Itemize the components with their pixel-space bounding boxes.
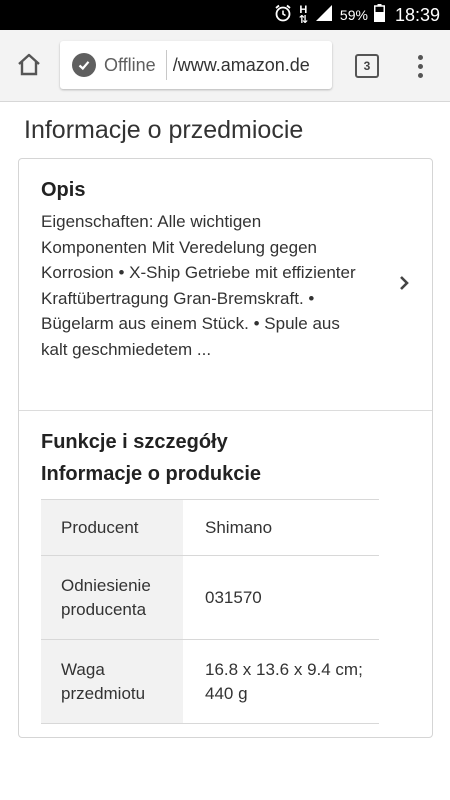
offline-label: Offline bbox=[104, 54, 156, 75]
url-divider bbox=[165, 50, 167, 80]
spec-value: Shimano bbox=[183, 499, 379, 556]
network-type-label: H bbox=[299, 4, 308, 16]
page-title: Informacje o przedmiocie bbox=[24, 116, 304, 144]
table-row: Producent Shimano bbox=[41, 499, 379, 556]
spec-label: Waga przedmiotu bbox=[41, 639, 183, 724]
network-type-icon: H ⇅ bbox=[298, 4, 308, 26]
browser-toolbar: Offline /www.amazon.de 3 bbox=[0, 30, 450, 102]
home-icon bbox=[16, 52, 42, 81]
spec-value: 16.8 x 13.6 x 9.4 cm; 440 g bbox=[183, 639, 379, 724]
status-bar: H ⇅ 59% 18:39 bbox=[0, 0, 450, 30]
description-title: Opis bbox=[41, 179, 86, 201]
product-info-table: Producent Shimano Odniesienie producenta… bbox=[41, 499, 379, 724]
chevron-right-icon[interactable] bbox=[393, 272, 415, 294]
description-section[interactable]: Opis Eigenschaften: Alle wichtigen Kompo… bbox=[19, 159, 432, 411]
battery-icon bbox=[373, 4, 385, 26]
alarm-icon bbox=[273, 3, 293, 27]
battery-percent: 59% bbox=[339, 7, 368, 23]
overflow-menu-icon[interactable] bbox=[410, 50, 430, 82]
clock: 18:39 bbox=[394, 4, 440, 25]
spec-label: Odniesienie producenta bbox=[41, 555, 183, 640]
features-section[interactable]: Funkcje i szczegóły Informacje o produkc… bbox=[19, 411, 432, 737]
offline-check-icon bbox=[72, 53, 96, 77]
table-row: Odniesienie producenta 031570 bbox=[41, 555, 379, 640]
item-info-card: Opis Eigenschaften: Alle wichtigen Kompo… bbox=[18, 158, 433, 738]
description-text: Eigenschaften: Alle wichtigen Komponente… bbox=[41, 212, 356, 359]
product-info-title: Informacje o produkcie bbox=[41, 463, 262, 485]
features-title: Funkcje i szczegóły bbox=[41, 431, 228, 453]
table-row: Waga przedmiotu 16.8 x 13.6 x 9.4 cm; 44… bbox=[41, 639, 379, 724]
tab-switcher-button[interactable]: 3 bbox=[355, 54, 379, 78]
address-bar[interactable]: Offline /www.amazon.de bbox=[60, 41, 332, 89]
url-text[interactable]: /www.amazon.de bbox=[173, 55, 310, 76]
status-icons: H ⇅ 59% 18:39 bbox=[273, 0, 440, 30]
home-button[interactable] bbox=[12, 50, 46, 82]
spec-label: Producent bbox=[41, 499, 183, 556]
tab-count: 3 bbox=[363, 59, 371, 73]
signal-icon bbox=[314, 4, 334, 26]
spec-value: 031570 bbox=[183, 555, 379, 640]
